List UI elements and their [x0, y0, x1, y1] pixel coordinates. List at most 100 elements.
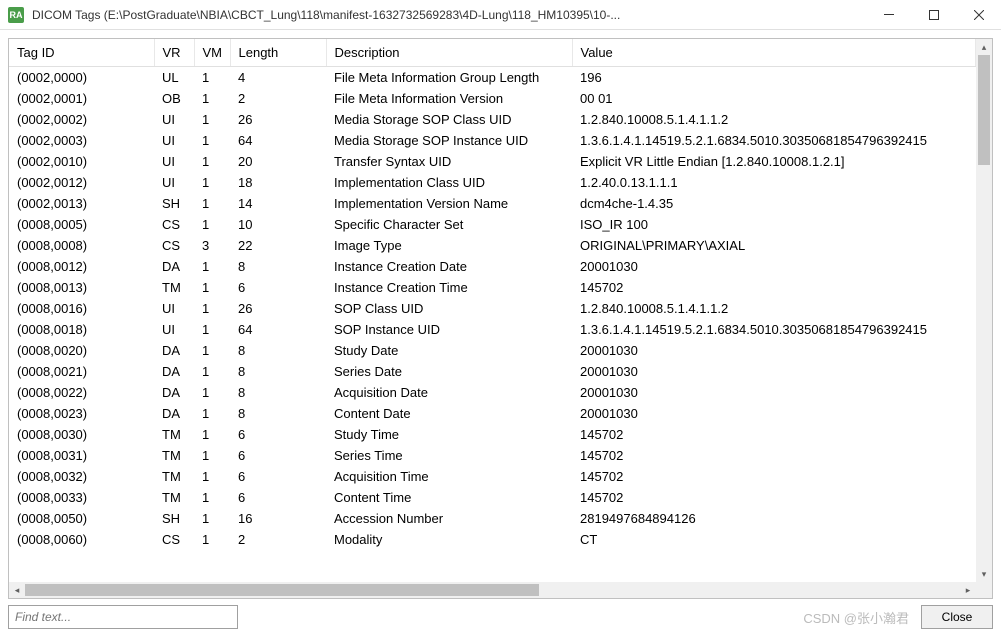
hscroll-track[interactable]	[25, 582, 960, 598]
cell-vr: TM	[154, 424, 194, 445]
column-header-description[interactable]: Description	[326, 39, 572, 67]
table-row[interactable]: (0008,0033)TM16Content Time145702	[9, 487, 976, 508]
cell-value: 2819497684894126	[572, 508, 976, 529]
cell-tagid: (0002,0002)	[9, 109, 154, 130]
column-header-tagid[interactable]: Tag ID	[9, 39, 154, 67]
close-button[interactable]: Close	[921, 605, 993, 629]
cell-length: 4	[230, 67, 326, 89]
table-scroll-area[interactable]: Tag ID VR VM Length Description Value (0…	[9, 39, 976, 582]
cell-value: ISO_IR 100	[572, 214, 976, 235]
cell-vr: TM	[154, 277, 194, 298]
cell-value: dcm4che-1.4.35	[572, 193, 976, 214]
cell-length: 6	[230, 466, 326, 487]
cell-value: 1.3.6.1.4.1.14519.5.2.1.6834.5010.303506…	[572, 130, 976, 151]
cell-tagid: (0008,0016)	[9, 298, 154, 319]
scroll-down-button[interactable]: ▾	[976, 566, 992, 582]
table-row[interactable]: (0002,0002)UI126Media Storage SOP Class …	[9, 109, 976, 130]
cell-tagid: (0008,0008)	[9, 235, 154, 256]
table-row[interactable]: (0002,0012)UI118Implementation Class UID…	[9, 172, 976, 193]
cell-description: Image Type	[326, 235, 572, 256]
table-row[interactable]: (0008,0032)TM16Acquisition Time145702	[9, 466, 976, 487]
cell-description: File Meta Information Version	[326, 88, 572, 109]
cell-description: SOP Instance UID	[326, 319, 572, 340]
minimize-button[interactable]	[866, 0, 911, 30]
hscroll-thumb[interactable]	[25, 584, 539, 596]
table-row[interactable]: (0008,0021)DA18Series Date20001030	[9, 361, 976, 382]
cell-length: 2	[230, 529, 326, 550]
cell-value: 20001030	[572, 256, 976, 277]
column-header-vm[interactable]: VM	[194, 39, 230, 67]
cell-vr: CS	[154, 214, 194, 235]
cell-description: Media Storage SOP Class UID	[326, 109, 572, 130]
cell-vm: 1	[194, 424, 230, 445]
cell-vr: UI	[154, 151, 194, 172]
scroll-right-button[interactable]: ▸	[960, 582, 976, 598]
cell-value: 1.2.40.0.13.1.1.1	[572, 172, 976, 193]
cell-vr: DA	[154, 382, 194, 403]
cell-tagid: (0002,0013)	[9, 193, 154, 214]
table-row[interactable]: (0008,0018)UI164SOP Instance UID1.3.6.1.…	[9, 319, 976, 340]
cell-description: Implementation Version Name	[326, 193, 572, 214]
cell-description: Content Date	[326, 403, 572, 424]
cell-length: 6	[230, 445, 326, 466]
cell-description: Accession Number	[326, 508, 572, 529]
cell-vr: DA	[154, 340, 194, 361]
cell-description: Specific Character Set	[326, 214, 572, 235]
cell-description: File Meta Information Group Length	[326, 67, 572, 89]
table-row[interactable]: (0008,0013)TM16Instance Creation Time145…	[9, 277, 976, 298]
cell-length: 64	[230, 319, 326, 340]
cell-tagid: (0008,0023)	[9, 403, 154, 424]
column-header-vr[interactable]: VR	[154, 39, 194, 67]
table-row[interactable]: (0008,0005)CS110Specific Character SetIS…	[9, 214, 976, 235]
window-controls	[866, 0, 1001, 30]
cell-tagid: (0008,0018)	[9, 319, 154, 340]
cell-description: SOP Class UID	[326, 298, 572, 319]
cell-description: Modality	[326, 529, 572, 550]
scroll-up-button[interactable]: ▴	[976, 39, 992, 55]
cell-description: Study Time	[326, 424, 572, 445]
cell-length: 18	[230, 172, 326, 193]
table-row[interactable]: (0008,0023)DA18Content Date20001030	[9, 403, 976, 424]
app-icon: RA	[8, 7, 24, 23]
table-row[interactable]: (0008,0022)DA18Acquisition Date20001030	[9, 382, 976, 403]
cell-vm: 1	[194, 172, 230, 193]
cell-value: 20001030	[572, 340, 976, 361]
table-row[interactable]: (0002,0013)SH114Implementation Version N…	[9, 193, 976, 214]
table-row[interactable]: (0002,0001)OB12File Meta Information Ver…	[9, 88, 976, 109]
table-row[interactable]: (0002,0003)UI164Media Storage SOP Instan…	[9, 130, 976, 151]
vscroll-thumb[interactable]	[978, 55, 990, 165]
maximize-button[interactable]	[911, 0, 956, 30]
table-row[interactable]: (0002,0010)UI120Transfer Syntax UIDExpli…	[9, 151, 976, 172]
close-window-button[interactable]	[956, 0, 1001, 30]
cell-description: Implementation Class UID	[326, 172, 572, 193]
table-row[interactable]: (0008,0008)CS322Image TypeORIGINAL\PRIMA…	[9, 235, 976, 256]
table-row[interactable]: (0002,0000)UL14File Meta Information Gro…	[9, 67, 976, 89]
scroll-left-button[interactable]: ◂	[9, 582, 25, 598]
table-row[interactable]: (0008,0031)TM16Series Time145702	[9, 445, 976, 466]
cell-vm: 1	[194, 130, 230, 151]
cell-tagid: (0008,0030)	[9, 424, 154, 445]
cell-vr: DA	[154, 361, 194, 382]
table-row[interactable]: (0008,0030)TM16Study Time145702	[9, 424, 976, 445]
column-header-length[interactable]: Length	[230, 39, 326, 67]
horizontal-scrollbar[interactable]: ◂ ▸	[9, 582, 976, 598]
cell-vm: 1	[194, 151, 230, 172]
find-input[interactable]	[8, 605, 238, 629]
cell-vm: 1	[194, 193, 230, 214]
cell-value: Explicit VR Little Endian [1.2.840.10008…	[572, 151, 976, 172]
vertical-scrollbar[interactable]: ▴ ▾	[976, 39, 992, 582]
cell-description: Study Date	[326, 340, 572, 361]
column-header-value[interactable]: Value	[572, 39, 976, 67]
cell-tagid: (0008,0021)	[9, 361, 154, 382]
table-row[interactable]: (0008,0012)DA18Instance Creation Date200…	[9, 256, 976, 277]
table-row[interactable]: (0008,0020)DA18Study Date20001030	[9, 340, 976, 361]
vscroll-track[interactable]	[976, 55, 992, 566]
table-row[interactable]: (0008,0050)SH116Accession Number28194976…	[9, 508, 976, 529]
close-icon	[974, 10, 984, 20]
table-row[interactable]: (0008,0060)CS12ModalityCT	[9, 529, 976, 550]
cell-length: 20	[230, 151, 326, 172]
cell-description: Series Date	[326, 361, 572, 382]
table-row[interactable]: (0008,0016)UI126SOP Class UID1.2.840.100…	[9, 298, 976, 319]
cell-vr: TM	[154, 466, 194, 487]
cell-length: 16	[230, 508, 326, 529]
